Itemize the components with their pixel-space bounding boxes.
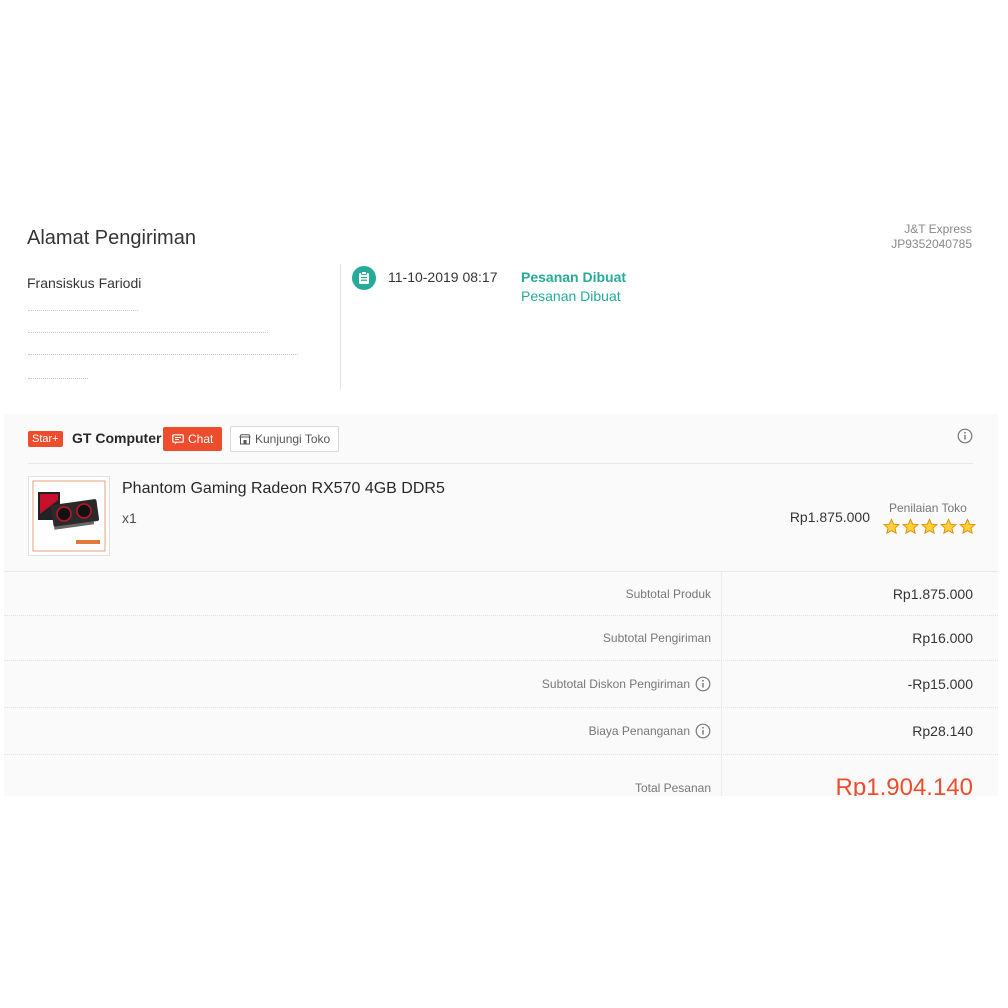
star-icon xyxy=(902,518,919,535)
address-divider xyxy=(340,264,341,390)
visit-shop-label: Kunjungi Toko xyxy=(255,432,331,446)
product-quantity: x1 xyxy=(122,510,137,526)
product-image[interactable] xyxy=(28,476,110,556)
info-icon[interactable] xyxy=(957,428,973,444)
star-plus-badge: Star+ xyxy=(28,431,63,447)
recipient-name: Fransiskus Fariodi xyxy=(27,275,142,291)
graphics-card-icon xyxy=(32,480,106,552)
redacted-address-line xyxy=(28,378,88,380)
timeline-status: Pesanan Dibuat xyxy=(521,269,627,285)
shop-rating-label: Penilaian Toko xyxy=(889,501,967,515)
totals-label: Subtotal Produk xyxy=(4,572,722,615)
shop-section: Star+ GT Computer Chat Kunjungi Toko Pha… xyxy=(4,414,998,571)
visit-shop-button[interactable]: Kunjungi Toko xyxy=(230,426,340,452)
redacted-address-line xyxy=(28,332,268,334)
chat-button[interactable]: Chat xyxy=(163,427,223,451)
redacted-address-line xyxy=(28,354,298,356)
product-price: Rp1.875.000 xyxy=(789,509,870,525)
totals-row-order-total: Total Pesanan Rp1.904.140 xyxy=(4,755,998,796)
totals-value: -Rp15.000 xyxy=(907,676,973,692)
shop-divider xyxy=(28,463,973,464)
star-icon xyxy=(940,518,957,535)
address-title: Alamat Pengiriman xyxy=(27,227,196,249)
chat-icon xyxy=(172,433,184,444)
timeline-description: Pesanan Dibuat xyxy=(521,288,621,304)
totals-value: Rp1.875.000 xyxy=(892,585,973,602)
star-icon xyxy=(921,518,938,535)
totals-label: Subtotal Diskon Pengiriman xyxy=(4,661,722,707)
clipboard-icon xyxy=(352,266,376,290)
totals-row-handling-fee: Biaya Penanganan Rp28.140 xyxy=(4,708,998,755)
shop-rating-stars[interactable] xyxy=(883,518,976,535)
courier-info: J&T Express JP9352040785 xyxy=(891,222,972,252)
product-name[interactable]: Phantom Gaming Radeon RX570 4GB DDR5 xyxy=(122,480,445,498)
totals-row-subtotal-product: Subtotal Produk Rp1.875.000 xyxy=(4,572,998,616)
totals-label: Subtotal Pengiriman xyxy=(4,616,722,660)
tracking-number[interactable]: JP9352040785 xyxy=(891,237,972,252)
totals-row-subtotal-shipping: Subtotal Pengiriman Rp16.000 xyxy=(4,616,998,661)
totals-value: Rp28.140 xyxy=(912,723,973,739)
shipping-address-section: Alamat Pengiriman J&T Express JP93520407… xyxy=(4,200,998,414)
star-icon xyxy=(883,518,900,535)
totals-row-shipping-discount: Subtotal Diskon Pengiriman -Rp15.000 xyxy=(4,661,998,708)
totals-value: Rp16.000 xyxy=(912,630,973,646)
order-total-value: Rp1.904.140 xyxy=(835,774,973,796)
chat-label: Chat xyxy=(188,432,214,446)
info-icon[interactable] xyxy=(695,676,711,692)
shop-icon xyxy=(239,433,251,444)
totals-label: Biaya Penanganan xyxy=(4,708,722,754)
totals-label: Total Pesanan xyxy=(4,755,722,796)
timeline-datetime: 11-10-2019 08:17 xyxy=(388,269,498,285)
star-icon xyxy=(959,518,976,535)
order-totals: Subtotal Produk Rp1.875.000 Subtotal Pen… xyxy=(4,571,998,796)
courier-name: J&T Express xyxy=(904,222,972,236)
info-icon[interactable] xyxy=(695,723,711,739)
order-detail-card: Alamat Pengiriman J&T Express JP93520407… xyxy=(4,200,998,796)
redacted-address-line xyxy=(28,310,138,312)
shop-name[interactable]: GT Computer xyxy=(72,430,161,446)
